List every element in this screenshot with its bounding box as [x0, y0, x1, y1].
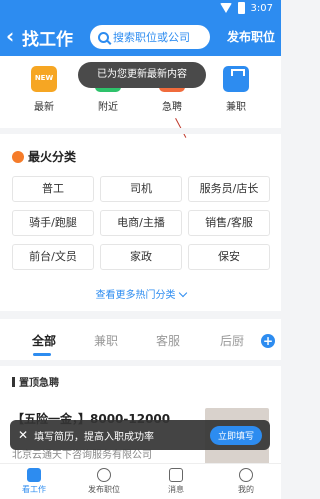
more-categories-label: 查看更多热门分类	[95, 290, 176, 301]
wifi-icon	[219, 3, 232, 13]
quick-item-label: 急聘	[162, 102, 182, 113]
hot-header: 最火分类	[12, 148, 76, 165]
category-cell[interactable]: 销售/客服	[188, 210, 270, 236]
category-cell[interactable]: 司机	[100, 176, 182, 202]
divider	[0, 311, 281, 319]
screen: 3:07 ‹ 找工作 搜索职位或公司 发布职位 最新 附近 急聘 兼职 已为您更…	[0, 0, 281, 499]
divider	[0, 128, 281, 134]
nav-label: 发布职位	[88, 485, 120, 494]
status-time: 3:07	[250, 2, 273, 14]
back-icon[interactable]: ‹	[6, 24, 14, 48]
tab-all[interactable]: 全部	[32, 332, 56, 349]
close-icon[interactable]: ✕	[18, 428, 28, 442]
page-title: 找工作	[22, 30, 73, 50]
tab-parttime[interactable]: 兼职	[94, 332, 118, 349]
profile-icon	[239, 468, 253, 482]
fill-resume-button[interactable]: 立即填写	[209, 425, 262, 445]
pinned-title: 置顶急聘	[19, 378, 59, 389]
briefcase-icon	[223, 66, 249, 92]
nav-me[interactable]: 我的	[218, 468, 274, 495]
status-icons: 3:07	[219, 2, 273, 14]
battery-icon	[237, 2, 245, 14]
quick-item-parttime[interactable]: 兼职	[206, 66, 266, 113]
search-input[interactable]: 搜索职位或公司	[90, 25, 210, 49]
calendar-new-icon	[31, 66, 57, 92]
tab-service[interactable]: 客服	[156, 332, 180, 349]
pinned-header: 置顶急聘	[12, 374, 59, 389]
category-cell[interactable]: 家政	[100, 244, 182, 270]
bottom-nav: 看工作 发布职位 消息 我的	[0, 463, 281, 499]
nav-label: 消息	[168, 485, 184, 494]
category-cell[interactable]: 服务员/店长	[188, 176, 270, 202]
fire-icon	[12, 150, 24, 163]
nav-messages[interactable]: 消息	[148, 468, 204, 495]
search-placeholder: 搜索职位或公司	[113, 31, 190, 44]
quick-item-label: 附近	[98, 102, 118, 113]
search-icon	[98, 31, 109, 43]
category-cell[interactable]: 普工	[12, 176, 94, 202]
nav-jobs[interactable]: 看工作	[6, 468, 62, 495]
tab-kitchen[interactable]: 后厨	[220, 332, 244, 349]
category-cell[interactable]: 前台/文员	[12, 244, 94, 270]
quick-item-label: 兼职	[226, 102, 246, 113]
hot-title: 最火分类	[28, 150, 77, 164]
add-tab-button[interactable]: +	[261, 334, 275, 348]
quick-item-latest[interactable]: 最新	[14, 66, 74, 113]
section-bar	[12, 376, 15, 387]
home-icon	[27, 468, 41, 482]
message-icon	[169, 468, 183, 482]
chevron-down-icon	[178, 288, 187, 298]
plus-icon	[97, 468, 111, 482]
header: ‹ 找工作 搜索职位或公司 发布职位	[0, 18, 281, 56]
category-cell[interactable]: 电商/主播	[100, 210, 182, 236]
post-job-button[interactable]: 发布职位	[227, 28, 275, 45]
status-bar: 3:07	[0, 0, 281, 18]
more-categories-link[interactable]: 查看更多热门分类	[0, 286, 281, 301]
nav-post[interactable]: 发布职位	[76, 468, 132, 495]
category-cell[interactable]: 保安	[188, 244, 270, 270]
nav-label: 看工作	[22, 485, 46, 494]
update-toast: 已为您更新最新内容	[78, 62, 206, 88]
divider	[0, 360, 281, 366]
active-tab-indicator	[33, 353, 51, 356]
category-cell[interactable]: 骑手/跑腿	[12, 210, 94, 236]
quick-item-label: 最新	[34, 102, 54, 113]
job-tabs: 全部 兼职 客服 后厨 +	[0, 320, 281, 360]
banner-text: 填写简历，提高入职成功率	[34, 431, 155, 443]
resume-banner: ✕ 填写简历，提高入职成功率 立即填写	[10, 420, 270, 450]
nav-label: 我的	[238, 485, 254, 494]
